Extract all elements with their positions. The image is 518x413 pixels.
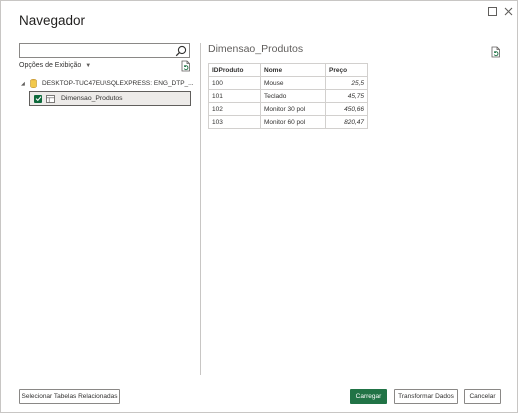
search-icon[interactable]	[175, 45, 187, 57]
tree-item-server[interactable]: ◢ DESKTOP-TUC47EU\SQLEXPRESS: ENG_DTP_..…	[21, 79, 194, 88]
table-cell: Mouse	[260, 76, 326, 90]
search-input[interactable]	[19, 43, 190, 58]
table-header-row: IDProduto Nome Preço	[208, 63, 368, 77]
table-cell: Monitor 30 pol	[260, 102, 326, 116]
transform-data-button[interactable]: Transformar Dados	[394, 389, 458, 404]
column-header[interactable]: Preço	[325, 63, 368, 77]
table-cell: 101	[208, 89, 261, 103]
dialog-title: Navegador	[19, 13, 86, 28]
table-label: Dimensao_Produtos	[61, 95, 123, 102]
view-options-dropdown[interactable]: Opções de Exibição ▼	[19, 62, 91, 69]
table-cell: 100	[208, 76, 261, 90]
refresh-icon[interactable]	[180, 60, 191, 72]
close-icon[interactable]	[501, 4, 515, 18]
column-header[interactable]: Nome	[260, 63, 326, 77]
table-cell: 820,47	[325, 115, 368, 129]
table-row: 100 Mouse 25,5	[208, 76, 368, 90]
tree-item-dimensao-produtos[interactable]: Dimensao_Produtos	[29, 91, 191, 106]
maximize-icon[interactable]	[485, 4, 499, 18]
table-row: 102 Monitor 30 pol 450,66	[208, 102, 368, 116]
pane-splitter[interactable]	[200, 43, 201, 375]
table-checkbox[interactable]	[34, 94, 42, 103]
preview-table: IDProduto Nome Preço 100 Mouse 25,5 101 …	[208, 63, 368, 129]
table-cell: 450,66	[325, 102, 368, 116]
table-cell: 103	[208, 115, 261, 129]
table-cell: Monitor 60 pol	[260, 115, 326, 129]
checkmark-icon	[35, 96, 41, 102]
navigator-dialog: Navegador Opções de Exibição ▼ ◢ DESKTOP…	[0, 0, 518, 413]
expand-arrow-icon[interactable]: ◢	[21, 81, 30, 87]
preview-title: Dimensao_Produtos	[208, 43, 304, 55]
select-related-tables-button[interactable]: Selecionar Tabelas Relacionadas	[19, 389, 120, 404]
view-options-label: Opções de Exibição	[19, 62, 82, 69]
load-button[interactable]: Carregar	[350, 389, 387, 404]
table-icon	[46, 94, 55, 103]
server-label: DESKTOP-TUC47EU\SQLEXPRESS: ENG_DTP_...	[42, 80, 194, 87]
column-header[interactable]: IDProduto	[208, 63, 261, 77]
database-icon	[30, 79, 37, 88]
table-row: 103 Monitor 60 pol 820,47	[208, 115, 368, 129]
table-cell: 25,5	[325, 76, 368, 90]
caret-down-icon: ▼	[85, 62, 92, 69]
table-cell: 45,75	[325, 89, 368, 103]
table-cell: 102	[208, 102, 261, 116]
table-cell: Teclado	[260, 89, 326, 103]
cancel-button[interactable]: Cancelar	[464, 389, 501, 404]
table-row: 101 Teclado 45,75	[208, 89, 368, 103]
refresh-preview-icon[interactable]	[490, 46, 501, 58]
